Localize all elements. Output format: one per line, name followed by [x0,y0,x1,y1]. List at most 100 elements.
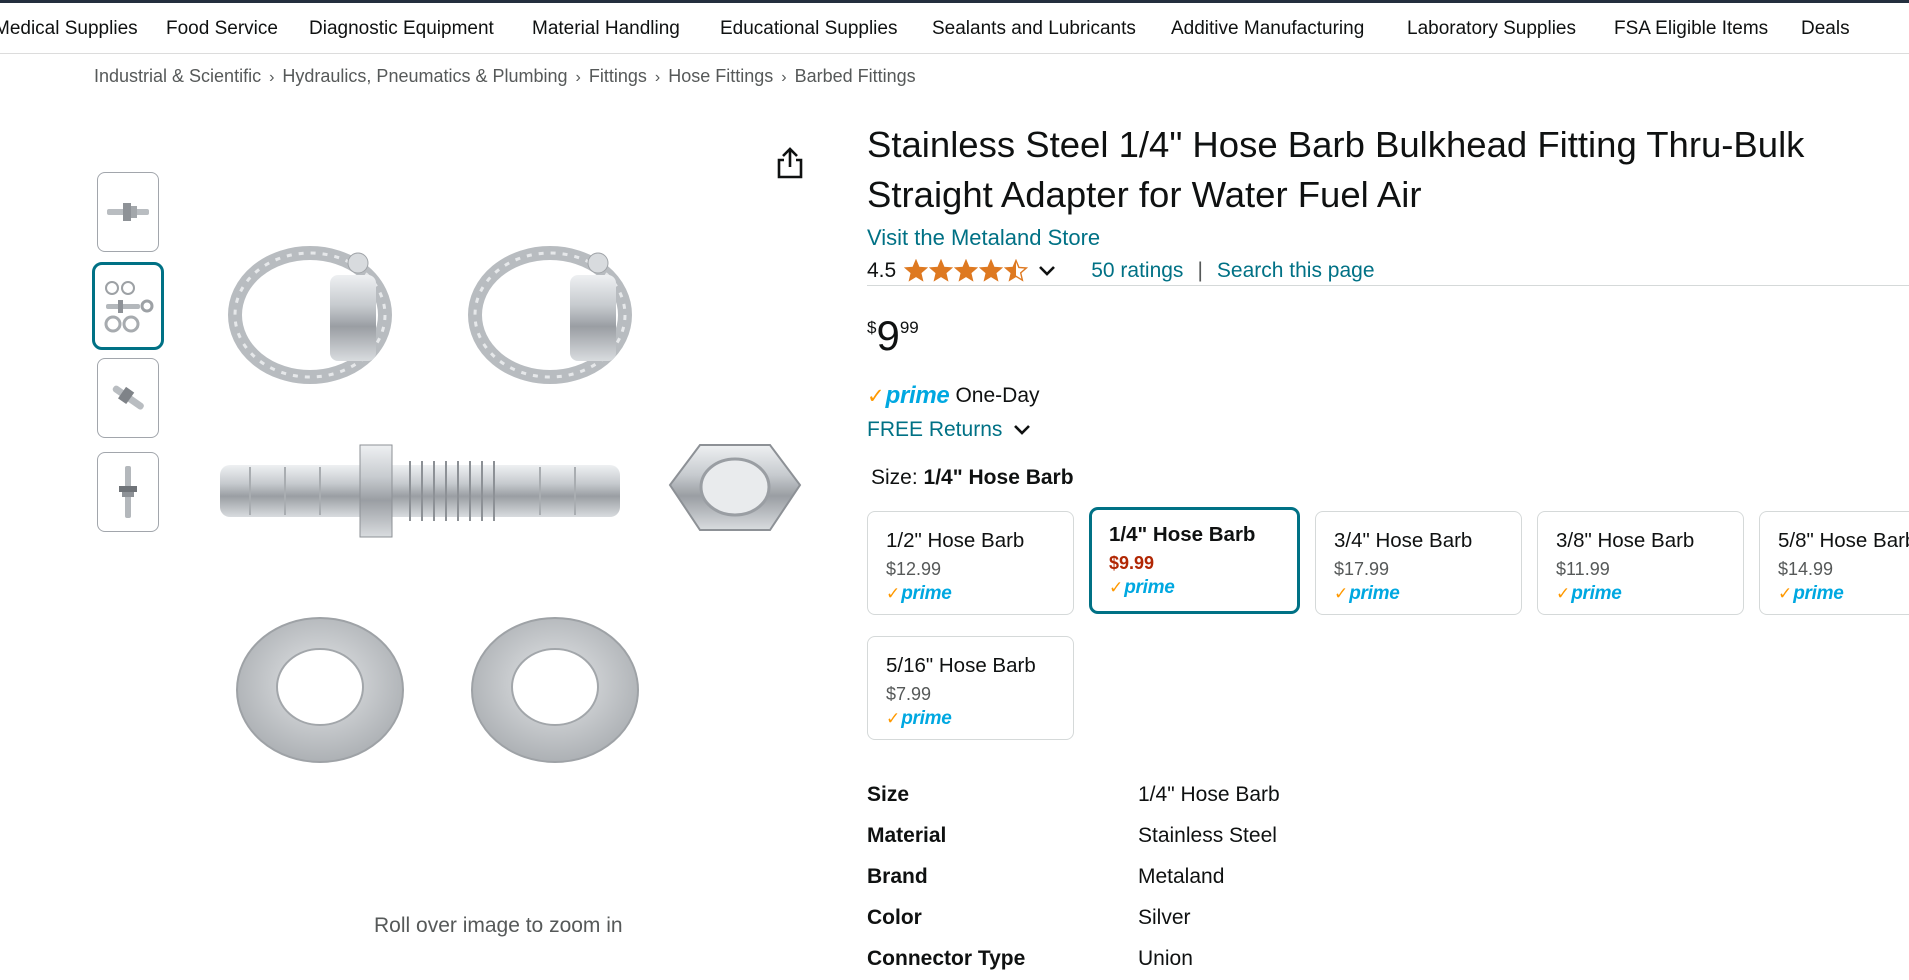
zoom-hint: Roll over image to zoom in [374,914,623,937]
prime-check-icon: ✓ [1556,584,1571,603]
prime-check-icon: ✓ [867,384,885,408]
prime-logo: prime [1124,577,1175,598]
size-option-1-4[interactable]: 1/4" Hose Barb $9.99 ✓ prime [1089,507,1300,614]
size-option-5-16[interactable]: 5/16" Hose Barb $7.99 ✓ prime [867,636,1074,740]
spec-key: Material [867,824,947,847]
size-option-price: $12.99 [886,559,942,579]
breadcrumb-item[interactable]: Barbed Fittings [795,66,916,86]
price: $999 [867,312,919,360]
prime-badge: ✓ prime [886,582,1055,606]
subnav-item-deals[interactable]: Deals [1801,18,1850,40]
ratings-count-link[interactable]: 50 ratings [1091,259,1183,283]
breadcrumb: Industrial & Scientific › Hydraulics, Pneu… [94,66,916,87]
star-icon [929,259,954,282]
size-option-price: $14.99 [1778,559,1834,579]
price-symbol: $ [867,318,877,337]
price-whole: 9 [876,312,900,359]
size-option-name: 3/8" Hose Barb [1556,529,1695,552]
size-option-price: $7.99 [886,684,932,704]
subnav-item-laboratory-supplies[interactable]: Laboratory Supplies [1407,18,1576,40]
fitting-vertical-thumbnail-image [119,466,137,518]
prime-badge: ✓ prime One-Day [867,382,1040,410]
chevron-right-icon: › [575,69,581,86]
free-returns-link[interactable]: FREE Returns [867,418,1032,442]
star-icon [979,259,1004,282]
spec-key: Brand [867,865,928,888]
star-icon [954,259,979,282]
prime-check-icon: ✓ [1778,584,1793,603]
subnav-item-educational-supplies[interactable]: Educational Supplies [720,18,897,40]
size-label-text: Size: [871,466,918,489]
subnav-item-medical-supplies[interactable]: Medical Supplies [0,18,138,40]
spec-value: Silver [1138,906,1191,929]
size-option-1-2[interactable]: 1/2" Hose Barb $12.99 ✓ prime [867,511,1074,615]
subnav-item-fsa-eligible-items[interactable]: FSA Eligible Items [1614,18,1768,40]
share-icon[interactable] [775,146,805,180]
breadcrumb-item[interactable]: Hydraulics, Pneumatics & Plumbing [282,66,567,86]
chevron-down-icon[interactable] [1037,264,1057,278]
prime-logo: prime [901,583,952,604]
thumbnail-2[interactable] [92,262,164,350]
subnav-item-diagnostic-equipment[interactable]: Diagnostic Equipment [309,18,494,40]
divider [867,285,1909,286]
prime-check-icon: ✓ [886,709,901,728]
product-title: Stainless Steel 1/4" Hose Barb Bulkhead … [867,124,1805,215]
size-option-name: 5/16" Hose Barb [886,654,1036,677]
breadcrumb-item[interactable]: Fittings [589,66,647,86]
size-option-name: 1/4" Hose Barb [1109,523,1256,546]
prime-badge: ✓ prime [1778,582,1891,606]
prime-badge: ✓ prime [1334,582,1503,606]
star-icon [1004,259,1029,282]
size-option-price: $11.99 [1556,559,1610,579]
prime-logo: prime [901,708,952,729]
subnav-item-additive-manufacturing[interactable]: Additive Manufacturing [1171,18,1364,40]
prime-logo: prime [1349,583,1400,604]
kit-thumbnail-image [104,281,154,333]
chevron-down-icon [1014,425,1031,435]
category-subnav: Medical Supplies Food Service Diagnostic… [0,3,1909,54]
thumbnail-4[interactable] [97,452,159,532]
prime-badge: ✓ prime [1556,582,1725,606]
prime-check-icon: ✓ [1334,584,1349,603]
size-option-name: 5/8" Hose Barb [1778,529,1909,552]
main-product-image[interactable] [210,225,825,785]
breadcrumb-item[interactable]: Industrial & Scientific [94,66,261,86]
star-icon [904,259,929,282]
thumbnail-1[interactable] [97,172,159,252]
size-option-name: 1/2" Hose Barb [886,529,1025,552]
rating-separator: | [1197,259,1203,282]
prime-logo: prime [885,382,950,409]
size-option-5-8[interactable]: 5/8" Hose Barb $14.99 ✓ prime [1759,511,1909,615]
delivery-speed: One-Day [955,384,1040,407]
spec-key: Color [867,906,922,929]
prime-logo: prime [1571,583,1622,604]
thumbnail-3[interactable] [97,358,159,438]
prime-check-icon: ✓ [886,584,901,603]
free-returns-label: FREE Returns [867,418,1003,441]
fitting-angle-thumbnail-image [112,385,144,410]
star-rating[interactable] [904,259,1029,283]
size-option-name: 3/4" Hose Barb [1334,529,1473,552]
spec-value: Union [1138,947,1193,970]
size-option-3-4[interactable]: 3/4" Hose Barb $17.99 ✓ prime [1315,511,1522,615]
spec-key: Connector Type [867,947,1026,970]
spec-key: Size [867,783,910,806]
size-selected-value: 1/4" Hose Barb [923,466,1074,489]
store-link[interactable]: Visit the Metaland Store [867,225,1100,251]
size-option-price: $17.99 [1334,559,1390,579]
rating-row: 4.5 50 ratings | Search this page [867,256,1375,286]
size-option-price: $9.99 [1109,553,1155,573]
subnav-item-material-handling[interactable]: Material Handling [532,18,680,40]
price-fraction: 99 [899,318,919,337]
prime-logo: prime [1793,583,1844,604]
chevron-right-icon: › [269,69,275,86]
breadcrumb-item[interactable]: Hose Fittings [668,66,773,86]
subnav-item-sealants-and-lubricants[interactable]: Sealants and Lubricants [932,18,1136,40]
spec-value: 1/4" Hose Barb [1138,783,1280,806]
search-this-page-link[interactable]: Search this page [1217,259,1375,283]
size-option-3-8[interactable]: 3/8" Hose Barb $11.99 ✓ prime [1537,511,1744,615]
chevron-right-icon: › [654,69,661,86]
chevron-right-icon: › [781,69,787,86]
prime-badge: ✓ prime [886,707,1055,731]
subnav-item-food-service[interactable]: Food Service [166,18,278,40]
